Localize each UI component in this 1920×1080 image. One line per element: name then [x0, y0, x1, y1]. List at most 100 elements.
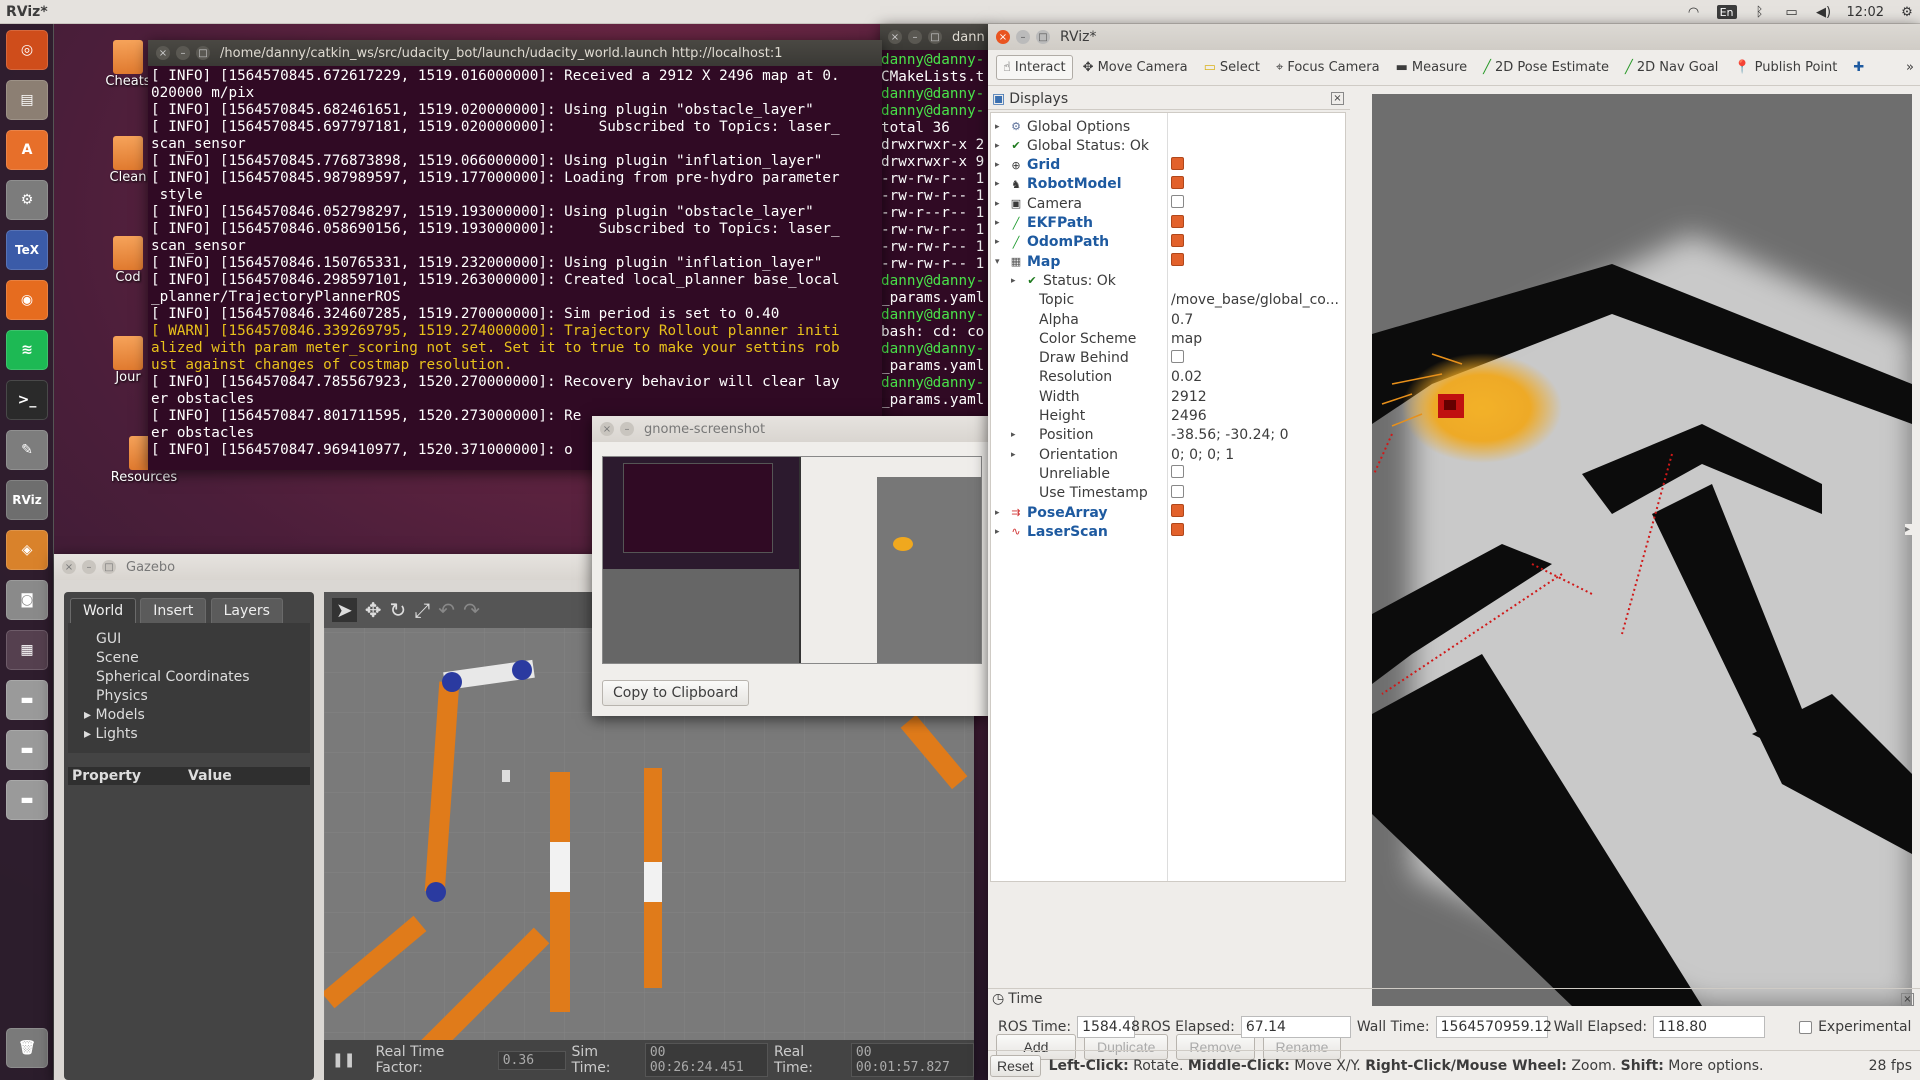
titlebar[interactable]: × – □ dann	[880, 24, 990, 50]
display-enabled-checkbox[interactable]	[1171, 214, 1184, 228]
display-value[interactable]	[1171, 233, 1343, 251]
display-row[interactable]: ▸ ╱ EKFPath	[991, 214, 1345, 233]
wall-elapsed-field[interactable]: 118.80	[1653, 1016, 1766, 1038]
software-center-icon[interactable]: A	[6, 130, 48, 170]
display-row[interactable]: ▸ ⇉ PoseArray	[991, 503, 1345, 522]
files-icon[interactable]: ▤	[6, 80, 48, 120]
redo-icon[interactable]: ↷	[463, 598, 480, 622]
display-value[interactable]: 2912	[1171, 389, 1343, 405]
volume-icon[interactable]: ◀)	[1815, 5, 1833, 20]
rviz-icon[interactable]: RViz	[6, 480, 48, 520]
tab-world[interactable]: World	[70, 598, 137, 623]
toolbar-overflow-button[interactable]: »	[1900, 56, 1920, 79]
maximize-icon[interactable]: □	[102, 560, 116, 574]
display-row[interactable]: Height 2496	[991, 407, 1345, 426]
display-row[interactable]: Draw Behind	[991, 349, 1345, 368]
display-row[interactable]: ▸ ╱ OdomPath	[991, 233, 1345, 252]
display-enabled-checkbox[interactable]	[1171, 175, 1184, 189]
translate-icon[interactable]: ✥	[365, 598, 382, 622]
display-row[interactable]: ▸ ✔ Global Status: Ok	[991, 136, 1345, 155]
drive-icon[interactable]: ▬	[6, 730, 48, 770]
rviz-3d-viewport[interactable]: ◂ ▸	[1372, 94, 1912, 1006]
tab-layers[interactable]: Layers	[210, 598, 283, 623]
ros-elapsed-field[interactable]: 67.14	[1240, 1016, 1351, 1038]
titlebar[interactable]: × – □ RViz*	[988, 24, 1920, 50]
minimize-icon[interactable]: –	[620, 422, 634, 436]
undo-icon[interactable]: ↶	[438, 598, 455, 622]
drive-icon[interactable]: ▬	[6, 780, 48, 820]
move-camera-tool[interactable]: ✥ Move Camera	[1077, 56, 1194, 79]
display-row[interactable]: Topic/move_base/global_co...	[991, 291, 1345, 310]
add-tool-button[interactable]: ✚	[1847, 56, 1870, 79]
tab-insert[interactable]: Insert	[140, 598, 207, 623]
expand-arrow-icon[interactable]: ▸	[995, 527, 1005, 537]
spotify-icon[interactable]: ≋	[6, 330, 48, 370]
gazebo-icon[interactable]: ◈	[6, 530, 48, 570]
display-row[interactable]: ▸ ⚙ Global Options	[991, 117, 1345, 136]
ros-time-field[interactable]: 1584.48	[1077, 1016, 1140, 1038]
wall-time-field[interactable]: 1564570959.12	[1435, 1016, 1552, 1038]
terminal-window-side[interactable]: × – □ dann danny@danny- CMakeLists.t danny@d…	[880, 24, 990, 424]
property-checkbox[interactable]	[1171, 484, 1184, 498]
workspace-switcher-icon[interactable]: ▦	[6, 630, 48, 670]
display-row[interactable]: Unreliable	[991, 464, 1345, 483]
rviz-map-render[interactable]	[1372, 94, 1912, 1006]
display-value[interactable]: 0.7	[1171, 312, 1343, 328]
expand-arrow-icon[interactable]: ▸	[1011, 430, 1021, 440]
close-icon[interactable]: ×	[600, 422, 614, 436]
nav-goal-tool[interactable]: ╱ 2D Nav Goal	[1619, 56, 1724, 79]
rotate-icon[interactable]: ↻	[390, 598, 407, 622]
display-enabled-checkbox[interactable]	[1171, 156, 1184, 170]
display-row[interactable]: ▸ Position -38.56; -30.24; 0	[991, 426, 1345, 445]
displays-tree[interactable]: ▸ ⚙ Global Options ▸ ✔ Global Status: Ok ▸ ⊕ Gri…	[990, 112, 1346, 882]
expand-arrow-icon[interactable]: ▸	[84, 726, 95, 742]
expand-arrow-icon[interactable]: ▸	[995, 179, 1005, 189]
display-value[interactable]: 0; 0; 0; 1	[1171, 447, 1343, 463]
display-row[interactable]: Width 2912	[991, 387, 1345, 406]
display-row[interactable]: ▾ ▦ Map	[991, 252, 1345, 271]
minimize-icon[interactable]: –	[176, 46, 190, 60]
display-value[interactable]	[1171, 484, 1343, 502]
clock[interactable]: 12:02	[1847, 5, 1884, 20]
camera-icon[interactable]: ◙	[6, 580, 48, 620]
texmaker-icon[interactable]: TeX	[6, 230, 48, 270]
display-row[interactable]: Color Scheme map	[991, 329, 1345, 348]
display-row[interactable]: ▸ Orientation 0; 0; 0; 1	[991, 445, 1345, 464]
maximize-icon[interactable]: □	[196, 46, 210, 60]
drive-icon[interactable]: ▬	[6, 680, 48, 720]
expand-arrow-icon[interactable]: ▸	[995, 141, 1005, 151]
trash-icon[interactable]: 🗑	[6, 1028, 48, 1068]
display-value[interactable]	[1171, 349, 1343, 367]
tree-item-physics[interactable]: Physics	[68, 688, 310, 707]
tree-item-gui[interactable]: GUI	[68, 631, 310, 650]
minimize-icon[interactable]: –	[908, 30, 922, 44]
terminal-output[interactable]: danny@danny- CMakeLists.t danny@danny-dann…	[880, 50, 990, 411]
expand-arrow-icon[interactable]: ▸	[995, 237, 1005, 247]
gnome-screenshot-dialog[interactable]: × – gnome-screenshot Copy to Clipboard	[592, 416, 988, 716]
expand-arrow-icon[interactable]: ▸	[995, 199, 1005, 209]
experimental-checkbox[interactable]	[1799, 1020, 1813, 1034]
display-enabled-checkbox[interactable]	[1171, 504, 1184, 517]
battery-icon[interactable]: ▭	[1783, 5, 1801, 20]
reset-button[interactable]: Reset	[990, 1054, 1041, 1077]
text-editor-icon[interactable]: ✎	[6, 430, 48, 470]
display-enabled-checkbox[interactable]	[1171, 253, 1184, 267]
expand-arrow-icon[interactable]: ▸	[995, 218, 1005, 228]
expand-arrow-icon[interactable]: ▸	[1011, 450, 1021, 460]
select-arrow-icon[interactable]: ➤	[332, 598, 357, 622]
display-value[interactable]: map	[1171, 331, 1343, 347]
property-checkbox[interactable]	[1171, 349, 1184, 363]
expand-arrow-icon[interactable]: ▸	[995, 160, 1005, 170]
focus-camera-tool[interactable]: ⌖ Focus Camera	[1270, 56, 1386, 79]
display-value[interactable]	[1171, 175, 1343, 193]
display-value[interactable]	[1171, 523, 1343, 540]
display-value[interactable]	[1171, 504, 1343, 521]
keyboard-layout-indicator[interactable]: En	[1716, 5, 1737, 19]
expand-arrow-icon[interactable]: ▸	[1011, 276, 1021, 286]
robot-model[interactable]	[502, 770, 510, 782]
system-settings-icon[interactable]: ⚙	[6, 180, 48, 220]
close-icon[interactable]: ×	[156, 46, 170, 60]
display-row[interactable]: ▸ ▣ Camera	[991, 194, 1345, 213]
display-value[interactable]: /move_base/global_co...	[1171, 292, 1343, 308]
display-value[interactable]: 2496	[1171, 408, 1343, 424]
